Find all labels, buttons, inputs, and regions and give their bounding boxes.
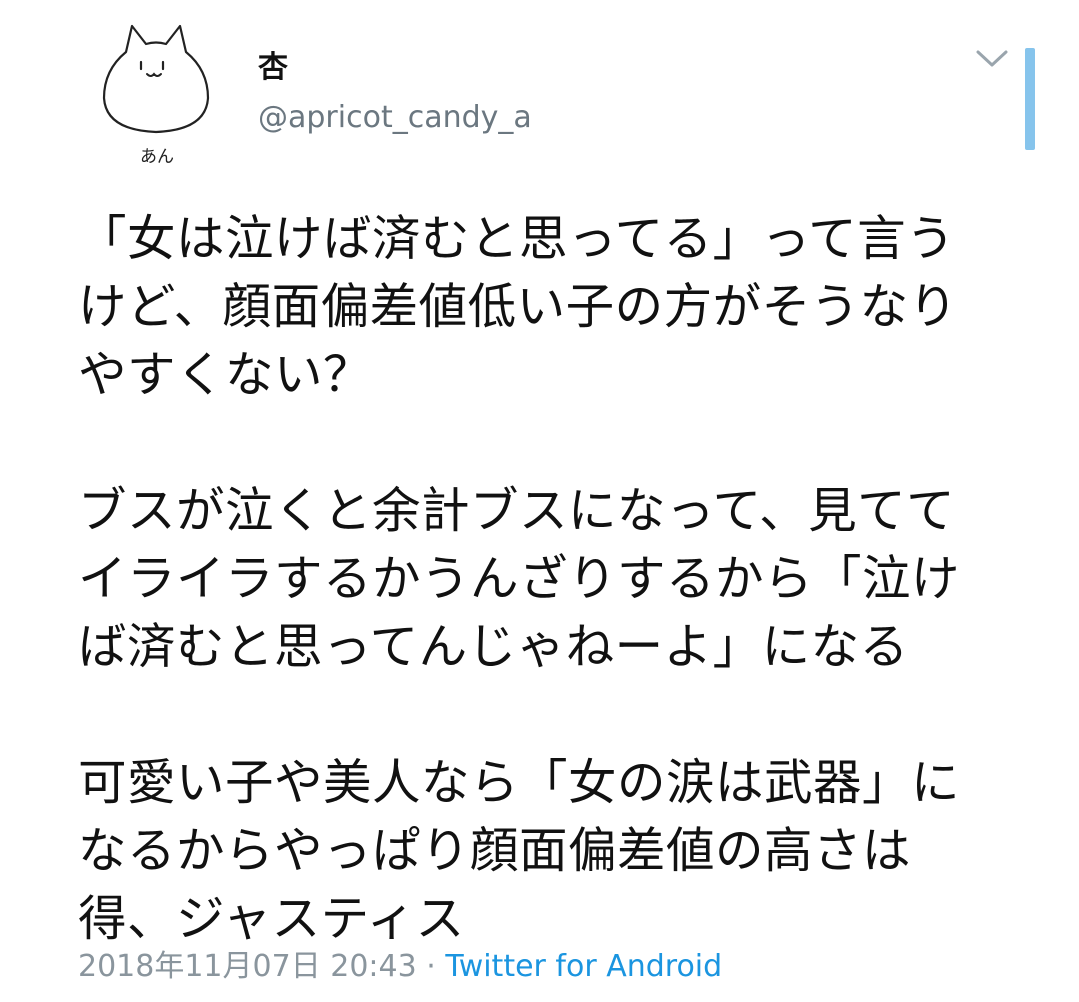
user-handle[interactable]: @apricot_candy_a: [258, 98, 532, 138]
avatar-caption: あん: [140, 147, 174, 167]
tweet-line: ブスが泣くと余計ブスになって、見てて: [78, 483, 956, 539]
cat-drawing-avatar-icon: あん: [102, 24, 210, 167]
tweet-line: ば済むと思ってんじゃねーよ」になる: [78, 619, 909, 675]
display-name[interactable]: 杏: [258, 48, 288, 88]
tweet-line: 「女は泣けば済むと思ってる」って言う: [78, 211, 956, 267]
chevron-down-icon[interactable]: [972, 44, 1012, 74]
source-link[interactable]: Twitter for Android: [445, 949, 722, 984]
tweet-paragraph: 可愛い子や美人なら「女の涙は武器」に なるからやっぱり顔面偏差値の高さは 得、ジ…: [78, 749, 1038, 953]
tweet-line: やすくない？: [78, 347, 373, 403]
tweet-paragraph: 「女は泣けば済むと思ってる」って言う けど、顔面偏差値低い子の方がそうなり やす…: [78, 205, 1038, 409]
tweet-text: 「女は泣けば済むと思ってる」って言う けど、顔面偏差値低い子の方がそうなり やす…: [78, 205, 1038, 953]
tweet-line: 可愛い子や美人なら「女の涙は武器」に: [78, 755, 961, 811]
avatar[interactable]: あん: [96, 18, 214, 168]
tweet-line: 得、ジャスティス: [78, 891, 465, 947]
meta-separator: ·: [426, 949, 436, 984]
tweet-paragraph: ブスが泣くと余計ブスになって、見てて イライラするかうんざりするから「泣け ば済…: [78, 477, 1038, 681]
tweet-line: イライラするかうんざりするから「泣け: [78, 551, 961, 607]
scroll-indicator: [1025, 48, 1035, 150]
timestamp[interactable]: 2018年11月07日 20:43: [78, 949, 417, 984]
tweet-line: けど、顔面偏差値低い子の方がそうなり: [78, 279, 958, 335]
tweet-line: なるからやっぱり顔面偏差値の高さは: [78, 823, 912, 879]
tweet: あん 杏 @apricot_candy_a 「女は泣けば済むと思ってる」って言う…: [0, 0, 1079, 1002]
tweet-meta: 2018年11月07日 20:43 · Twitter for Android: [78, 945, 722, 989]
